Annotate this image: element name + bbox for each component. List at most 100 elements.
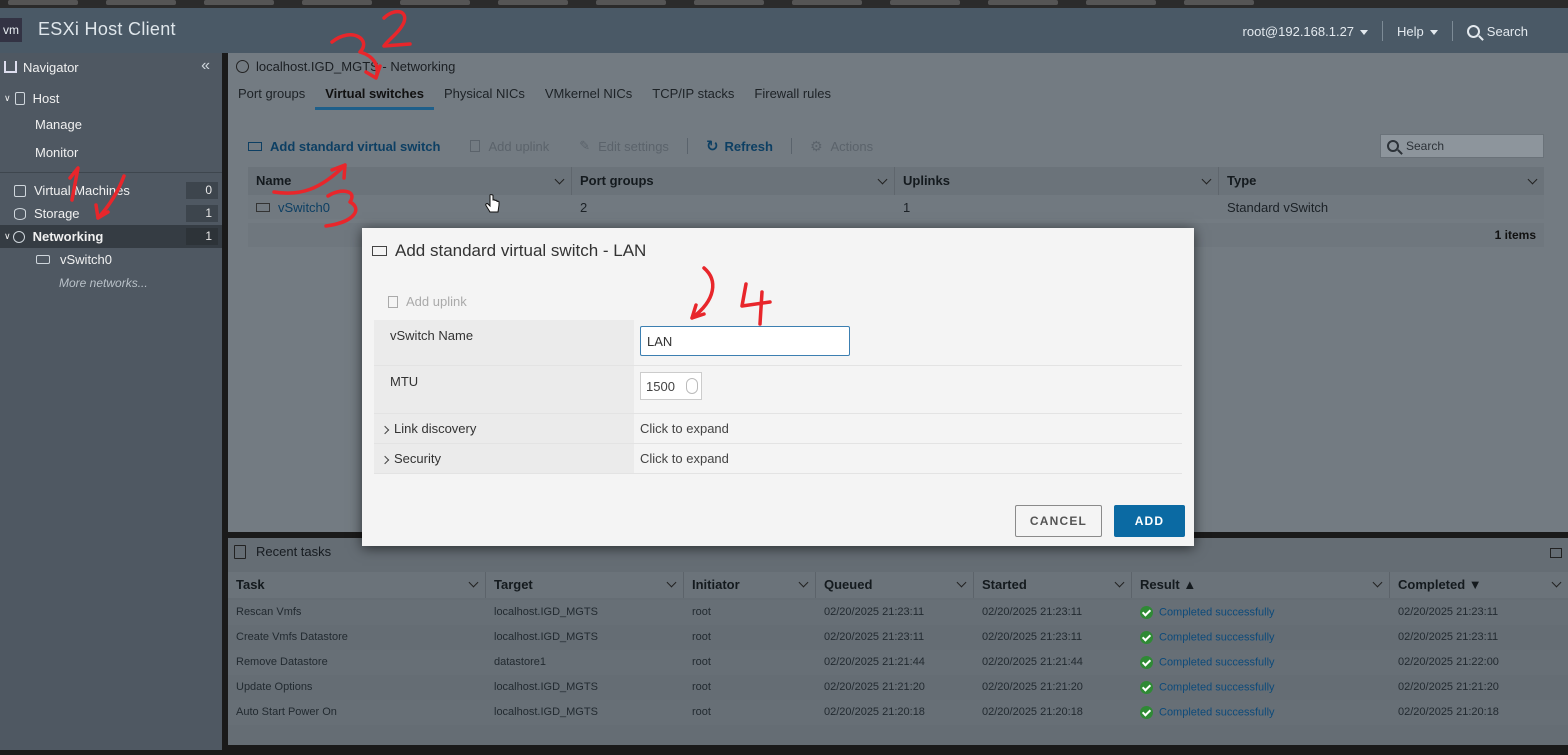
chevron-down-icon (468, 577, 479, 588)
nav-label: Manage (35, 116, 82, 132)
column-header-queued[interactable]: Queued (816, 572, 974, 598)
mtu-stepper[interactable]: 1500 (640, 372, 702, 400)
table-row[interactable]: Update Options localhost.IGD_MGTS root 0… (228, 675, 1568, 700)
grid-search-input[interactable]: Search (1380, 134, 1544, 158)
column-label: Task (236, 577, 265, 592)
navigator-header: Navigator « (0, 53, 222, 81)
link-discovery-expand[interactable]: Click to expand (634, 414, 1182, 443)
vswitch-link[interactable]: vSwitch0 (278, 200, 330, 215)
count-badge: 0 (186, 182, 218, 199)
cancel-button[interactable]: CANCEL (1015, 505, 1102, 537)
check-circle-icon (1140, 656, 1153, 669)
tab-port-groups[interactable]: Port groups (228, 83, 315, 110)
table-row[interactable]: Remove Datastore datastore1 root 02/20/2… (228, 650, 1568, 675)
column-header-target[interactable]: Target (486, 572, 684, 598)
column-header-uplinks[interactable]: Uplinks (895, 167, 1219, 195)
cell-completed: 02/20/2025 21:22:00 (1398, 656, 1499, 668)
storage-icon (14, 207, 26, 220)
table-row[interactable]: Rescan Vmfs localhost.IGD_MGTS root 02/2… (228, 600, 1568, 625)
nav-item-storage[interactable]: Storage 1 (0, 202, 222, 225)
help-menu[interactable]: Help (1397, 24, 1438, 39)
cell-completed: 02/20/2025 21:20:18 (1398, 706, 1499, 718)
vmware-logo: vm (0, 18, 22, 42)
cell-target: localhost.IGD_MGTS (494, 706, 598, 718)
table-row[interactable]: Auto Start Power On localhost.IGD_MGTS r… (228, 700, 1568, 725)
vswitch-name-input[interactable] (640, 326, 850, 356)
nav-item-manage[interactable]: Manage (0, 110, 222, 138)
column-header-completed[interactable]: Completed ▼ (1390, 572, 1568, 598)
add-button[interactable]: ADD (1114, 505, 1185, 537)
tab-virtual-switches[interactable]: Virtual switches (315, 83, 434, 110)
button-label: Add standard virtual switch (270, 138, 441, 154)
nav-label: More networks... (59, 275, 148, 290)
result-text: Completed successfully (1159, 681, 1275, 694)
search-icon (1466, 24, 1480, 38)
tab-tcpip-stacks[interactable]: TCP/IP stacks (642, 83, 744, 110)
divider (1451, 21, 1453, 41)
cell-completed: 02/20/2025 21:23:11 (1398, 606, 1499, 618)
form-row-link-discovery[interactable]: Link discovery Click to expand (374, 414, 1182, 444)
link-discovery-label-cell: Link discovery (374, 414, 634, 443)
security-expand[interactable]: Click to expand (634, 444, 1182, 473)
nav-item-networking[interactable]: ∨ Networking 1 (0, 225, 222, 248)
tab-firewall-rules[interactable]: Firewall rules (744, 83, 841, 110)
add-uplink-button[interactable]: Add uplink (470, 139, 549, 154)
maximize-icon[interactable] (1550, 548, 1562, 558)
column-header-result[interactable]: Result ▲ (1132, 572, 1390, 598)
header-search[interactable]: Search (1466, 24, 1528, 39)
column-header-initiator[interactable]: Initiator (684, 572, 816, 598)
dialog-buttons: CANCEL ADD (1015, 505, 1185, 537)
cell-started: 02/20/2025 21:20:18 (982, 706, 1083, 718)
form-row-security[interactable]: Security Click to expand (374, 444, 1182, 474)
pencil-icon: ✎ (579, 138, 591, 153)
column-header-task[interactable]: Task (228, 572, 486, 598)
navigator-title: Navigator (23, 59, 79, 75)
vswitch-name-label: vSwitch Name (374, 320, 634, 365)
cell-target: localhost.IGD_MGTS (494, 681, 598, 693)
cell-port-groups: 2 (580, 200, 588, 215)
chevron-down-icon (1114, 577, 1125, 588)
search-placeholder: Search (1406, 139, 1445, 153)
nav-item-host[interactable]: ∨ Host (0, 87, 222, 110)
collapse-icon[interactable]: « (201, 57, 210, 75)
nav-item-more-networks[interactable]: More networks... (0, 271, 222, 294)
tasks-header: Task Target Initiator Queued Started Res… (228, 572, 1568, 598)
column-label: Uplinks (903, 173, 950, 188)
tab-physical-nics[interactable]: Physical NICs (434, 83, 535, 110)
column-header-name[interactable]: Name (248, 167, 572, 195)
column-header-type[interactable]: Type (1219, 167, 1544, 195)
spinner-icon[interactable] (686, 378, 698, 394)
nav-item-vswitch0[interactable]: vSwitch0 (0, 248, 222, 271)
actions-button[interactable]: ⚙ Actions (810, 138, 873, 155)
table-row[interactable]: Create Vmfs Datastore localhost.IGD_MGTS… (228, 625, 1568, 650)
add-standard-vswitch-button[interactable]: Add standard virtual switch (248, 139, 440, 154)
form-row-mtu: MTU 1500 (374, 366, 1182, 414)
table-row[interactable]: vSwitch0 2 1 Standard vSwitch (248, 195, 1544, 219)
user-menu[interactable]: root@192.168.1.27 (1243, 24, 1369, 39)
chevron-down-icon (1429, 29, 1438, 35)
home-icon (4, 61, 17, 73)
cell-name: vSwitch0 (248, 195, 572, 219)
check-circle-icon (1140, 631, 1153, 644)
hand-cursor-icon (485, 194, 500, 213)
cell-result: Completed successfully (1132, 675, 1390, 700)
result-text: Completed successfully (1159, 656, 1275, 669)
add-vswitch-dialog: Add standard virtual switch - LAN Add up… (362, 228, 1194, 546)
nav-item-monitor[interactable]: Monitor (0, 138, 222, 166)
chevron-down-icon (956, 577, 967, 588)
clipboard-icon (234, 544, 246, 559)
cell-result: Completed successfully (1132, 650, 1390, 675)
column-header-started[interactable]: Started (974, 572, 1132, 598)
cell-task: Auto Start Power On (236, 706, 337, 718)
cell-target: localhost.IGD_MGTS (494, 631, 598, 643)
divider (790, 138, 792, 154)
chevron-down-icon (1372, 577, 1383, 588)
refresh-button[interactable]: ↻ Refresh (706, 137, 773, 155)
security-label: Security (394, 451, 441, 466)
nav-item-virtual-machines[interactable]: Virtual Machines 0 (0, 179, 222, 202)
column-header-port-groups[interactable]: Port groups (572, 167, 895, 195)
tab-vmkernel-nics[interactable]: VMkernel NICs (535, 83, 642, 110)
dialog-add-uplink-button[interactable]: Add uplink (388, 294, 467, 309)
edit-settings-button[interactable]: ✎ Edit settings (579, 138, 669, 154)
button-label: Edit settings (598, 138, 669, 154)
